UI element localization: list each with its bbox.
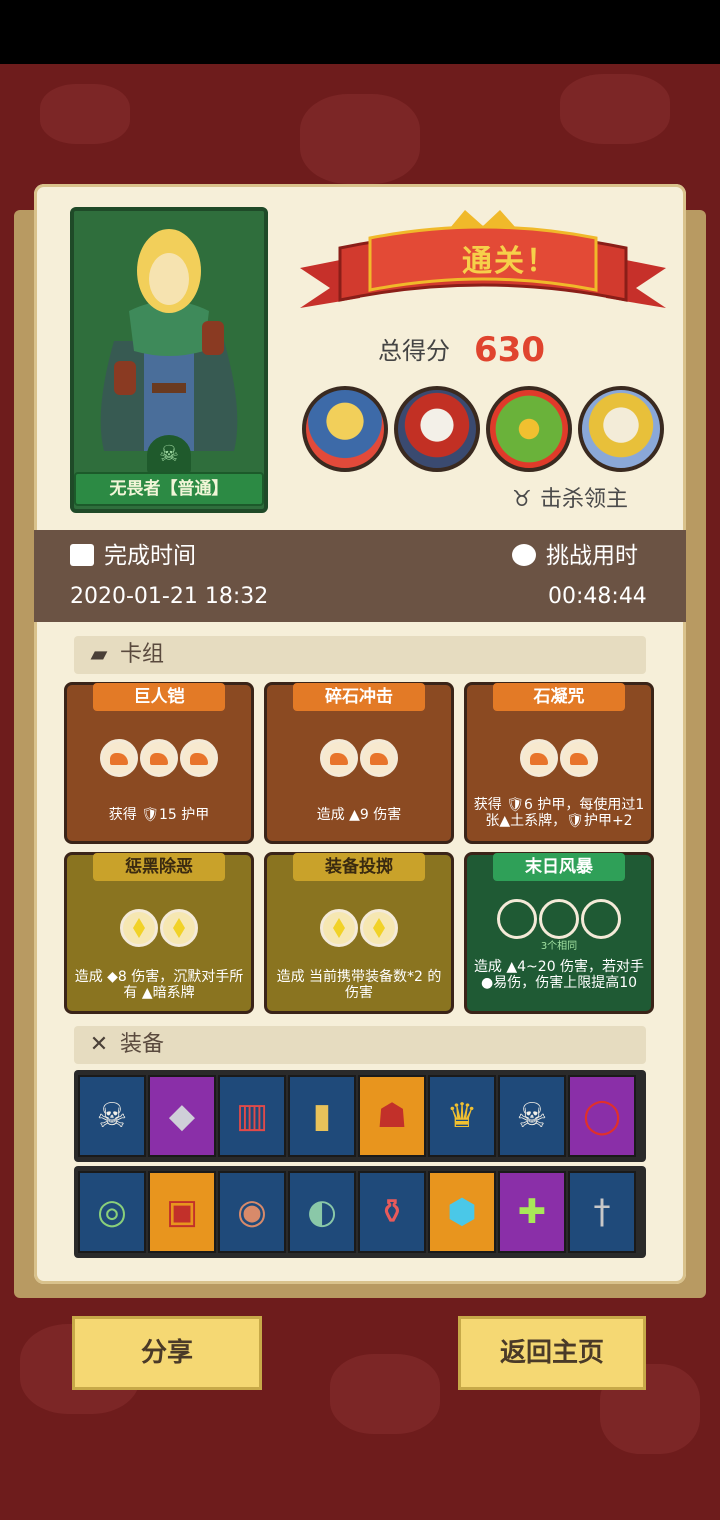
hero-name: 无畏者【普通】 (74, 472, 264, 506)
card-title: 巨人铠 (93, 683, 225, 711)
duration-value: 00:48:44 (548, 584, 647, 609)
equip-demon-mask[interactable]: ☗ (358, 1075, 426, 1157)
card-cost (67, 909, 251, 951)
equip-red-cloth[interactable]: ▥ (218, 1075, 286, 1157)
card-rock-smash[interactable]: 碎石冲击 造成 ▲9 伤害 (264, 682, 454, 844)
green-ring-icon: ◎ (97, 1192, 127, 1232)
card-text: 获得 🛡6 护甲，每使用过1张▲土系牌，🛡护甲+2 (473, 797, 645, 829)
eye-ring-icon: ◐ (307, 1192, 337, 1232)
hero-portrait (74, 211, 264, 461)
crown-helmet-icon: ♛ (446, 1096, 478, 1136)
card-text: 造成 ▲4~20 伤害，若对手 ●易伤，伤害上限提高10 (473, 959, 645, 991)
equip-green-ring[interactable]: ◎ (78, 1171, 146, 1253)
complete-time-value: 2020-01-21 18:32 (70, 584, 269, 609)
card-cost (467, 739, 651, 781)
card-text: 获得 🛡15 护甲 (108, 807, 210, 823)
cards-icon: ▰ (90, 642, 108, 667)
equipment-row-2: ◎ ▣ ◉ ◐ ⚱ ⬢ ✚ † (74, 1166, 646, 1258)
equip-eye-ring[interactable]: ◐ (288, 1171, 356, 1253)
card-subtext: 3个相同 (540, 941, 578, 952)
equip-skull[interactable]: ☠ (78, 1075, 146, 1157)
score-value: 630 (474, 330, 545, 370)
card-cost (267, 909, 451, 951)
equip-crown-helmet[interactable]: ♛ (428, 1075, 496, 1157)
equip-dagger[interactable]: † (568, 1171, 636, 1253)
shield-disc-icon: ◉ (237, 1192, 267, 1232)
boss-bone-dragon-icon (578, 386, 664, 472)
banner-title: 通关！ (462, 244, 558, 279)
dagger-icon: † (593, 1192, 611, 1232)
card-title: 石凝咒 (493, 683, 625, 711)
card-doom-storm[interactable]: 末日风暴 3个相同 造成 ▲4~20 伤害，若对手 ●易伤，伤害上限提高10 (464, 852, 654, 1014)
equipment-row-1: ☠ ◆ ▥ ▮ ☗ ♛ ☠ ◯ (74, 1070, 646, 1162)
equip-holy-ring[interactable]: ✚ (498, 1171, 566, 1253)
equip-potion-jar[interactable]: ⚱ (358, 1171, 426, 1253)
boss-wizard-icon (302, 386, 388, 472)
card-giant-armor[interactable]: 巨人铠 获得 🛡15 护甲 (64, 682, 254, 844)
card-cost (267, 739, 451, 781)
kill-lord-label: ♉ 击杀领主 (512, 484, 652, 516)
skull-spear-icon: ☠ (516, 1096, 548, 1136)
card-text: 造成 当前携带装备数*2 的伤害 (276, 969, 442, 1001)
card-title: 末日风暴 (493, 853, 625, 881)
kill-lord-text: 击杀领主 (540, 487, 629, 512)
gem-icon: ◆ (168, 1096, 196, 1136)
card-stone-curse[interactable]: 石凝咒 获得 🛡6 护甲，每使用过1张▲土系牌，🛡护甲+2 (464, 682, 654, 844)
calendar-icon (70, 544, 94, 566)
card-title: 装备投掷 (293, 853, 425, 881)
equip-crystal-skull[interactable]: ⬢ (428, 1171, 496, 1253)
bone-icon: ✕ (89, 1032, 109, 1057)
card-text: 造成 ◆8 伤害，沉默对手所有 ▲暗系牌 (74, 969, 244, 1001)
boss-green-demon-icon (486, 386, 572, 472)
deck-title: 卡组 (120, 642, 165, 667)
bull-skull-icon: ♉ (512, 487, 532, 512)
holy-ring-icon: ✚ (517, 1192, 547, 1232)
red-ring-icon: ◯ (582, 1096, 622, 1136)
skull-icon: ☠ (96, 1096, 128, 1136)
card-title: 惩黑除恶 (93, 853, 225, 881)
score-label: 总得分 (378, 337, 450, 365)
hero-card: ☠ (70, 207, 268, 513)
equip-red-bracer[interactable]: ▣ (148, 1171, 216, 1253)
stopwatch-icon (512, 544, 536, 566)
card-equip-throw[interactable]: 装备投掷 造成 当前携带装备数*2 的伤害 (264, 852, 454, 1014)
duration-label: 挑战用时 (512, 538, 638, 574)
boss-skull-king-icon (394, 386, 480, 472)
card-cost (467, 899, 651, 941)
return-home-button[interactable]: 返回主页 (458, 1316, 646, 1390)
equip-red-ring[interactable]: ◯ (568, 1075, 636, 1157)
card-cost (67, 739, 251, 781)
status-bar (0, 0, 720, 64)
red-cloth-icon: ▥ (235, 1096, 269, 1136)
boss-list (302, 386, 664, 474)
equip-skull-spear[interactable]: ☠ (498, 1075, 566, 1157)
equip-gem[interactable]: ◆ (148, 1075, 216, 1157)
equip-shield-disc[interactable]: ◉ (218, 1171, 286, 1253)
share-button[interactable]: 分享 (72, 1316, 262, 1390)
crystal-skull-icon: ⬢ (447, 1192, 477, 1232)
complete-time-label: 完成时间 (70, 538, 196, 574)
equip-tag[interactable]: ▮ (288, 1075, 356, 1157)
card-text: 造成 ▲9 伤害 (316, 807, 402, 823)
demon-mask-icon: ☗ (376, 1096, 408, 1136)
red-bracer-icon: ▣ (165, 1192, 199, 1232)
card-title: 碎石冲击 (293, 683, 425, 711)
tag-icon: ▮ (312, 1096, 332, 1136)
card-punish-evil[interactable]: 惩黑除恶 造成 ◆8 伤害，沉默对手所有 ▲暗系牌 (64, 852, 254, 1014)
skull-emblem-icon: ☠ (147, 435, 191, 475)
equipment-title: 装备 (120, 1032, 165, 1057)
potion-jar-icon: ⚱ (377, 1192, 407, 1232)
